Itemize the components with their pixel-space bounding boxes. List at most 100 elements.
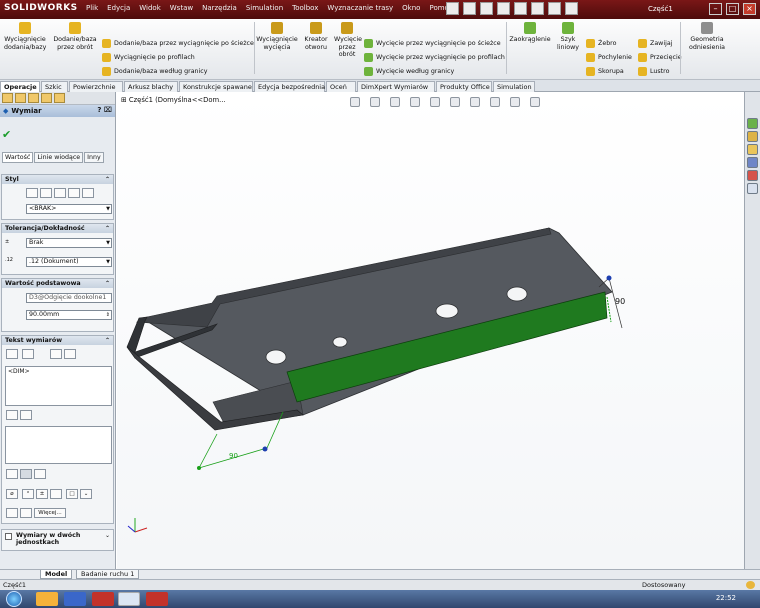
extrude-boss-button[interactable]: Wyciągnięcie dodania/bazy — [4, 22, 46, 51]
dimension-name-field[interactable]: D3@Odgięcie dookolne1 — [26, 293, 112, 303]
open-icon[interactable] — [463, 2, 476, 15]
loft-cut-button[interactable]: Wycięcie przez wyciągnięcie po profilach — [364, 53, 505, 62]
depth-icon[interactable] — [20, 508, 32, 518]
window-icon[interactable] — [118, 592, 140, 606]
minimize-button[interactable]: – — [709, 3, 722, 15]
extrude-cut-button[interactable]: Wyciągnięcie wycięcia — [256, 22, 298, 51]
clock[interactable]: 22:52 — [716, 594, 736, 602]
countersink-icon[interactable] — [6, 508, 18, 518]
align-center-icon[interactable] — [20, 469, 32, 479]
menu-okno[interactable]: Okno — [402, 4, 420, 12]
tab-model[interactable]: Model — [40, 570, 73, 579]
shell-button[interactable]: Skorupa — [586, 67, 632, 76]
start-button[interactable] — [6, 591, 22, 607]
menu-plik[interactable]: Plik — [86, 4, 98, 12]
graphics-area[interactable]: ⊞ Część1 (Domyślna<<Dom... 90 90 — [117, 92, 744, 569]
reference-geometry-button[interactable]: Geometria odniesienia — [684, 22, 730, 51]
tab-szkic[interactable]: Szkic — [41, 81, 68, 92]
appearances-icon[interactable] — [747, 170, 758, 181]
print-icon[interactable] — [497, 2, 510, 15]
new-document-icon[interactable] — [446, 2, 459, 15]
align-left-icon[interactable] — [6, 469, 18, 479]
rib-button[interactable]: Żebro — [586, 39, 632, 48]
tab-produkty-office[interactable]: Produkty Office — [436, 81, 492, 92]
ok-button[interactable]: ✔ — [2, 128, 11, 141]
boundary-boss-button[interactable]: Dodanie/baza według granicy — [102, 67, 254, 76]
tolerance-header[interactable]: Tolerancja/Dokładność ⌃ — [2, 224, 113, 233]
spin-icon[interactable]: ⇕ — [106, 311, 110, 319]
revolve-boss-button[interactable]: Dodanie/baza przez obrót — [52, 22, 98, 51]
more-symbols-icon[interactable]: ⌄ — [80, 489, 92, 499]
fillet-button[interactable]: Zaokrąglenie — [508, 22, 552, 44]
style-load-icon[interactable] — [82, 188, 94, 198]
linear-pattern-button[interactable]: Szyk liniowy — [554, 22, 582, 51]
maximize-button[interactable]: □ — [726, 3, 739, 15]
precision-select[interactable]: .12 (Dokument) ▼ — [26, 257, 112, 267]
menu-simulation[interactable]: Simulation — [246, 4, 283, 12]
rebuild-icon[interactable] — [548, 2, 561, 15]
expand-icon[interactable]: ⌄ — [105, 532, 110, 539]
custom-properties-icon[interactable] — [747, 183, 758, 194]
menu-widok[interactable]: Widok — [139, 4, 161, 12]
square-icon[interactable]: □ — [66, 489, 78, 499]
resources-icon[interactable] — [747, 118, 758, 129]
menu-narzedzia[interactable]: Narzędzia — [202, 4, 237, 12]
solidworks-taskbar-icon[interactable] — [92, 592, 114, 606]
close-button[interactable]: × — [743, 3, 756, 15]
parenthesis-icon-3[interactable] — [6, 410, 18, 420]
menu-toolbox[interactable]: Toolbox — [292, 4, 318, 12]
styl-header[interactable]: Styl ⌃ — [2, 175, 113, 184]
display-manager-icon[interactable] — [54, 93, 65, 103]
undo-icon[interactable] — [514, 2, 527, 15]
tab-edycja-bezposrednia[interactable]: Edycja bezpośrednia — [254, 81, 325, 92]
style-save-icon[interactable] — [68, 188, 80, 198]
draft-button[interactable]: Pochylenie — [586, 53, 632, 62]
word-icon[interactable] — [64, 592, 86, 606]
tab-konstrukcje-spawane[interactable]: Konstrukcje spawane — [179, 81, 253, 92]
help-status-icon[interactable] — [746, 581, 755, 589]
primary-value-header[interactable]: Wartość podstawowa ⌃ — [2, 279, 113, 288]
save-icon[interactable] — [480, 2, 493, 15]
text-align-icon[interactable] — [22, 349, 34, 359]
sketch-point[interactable] — [197, 466, 201, 470]
intersect-button[interactable]: Przecięcie — [638, 53, 682, 62]
more-button[interactable]: Więcej... — [34, 508, 66, 518]
tab-inny[interactable]: Inny — [84, 152, 104, 163]
file-explorer-icon[interactable] — [747, 144, 758, 155]
style-add-icon[interactable] — [40, 188, 52, 198]
tab-dimxpert[interactable]: DimXpert Wymiarów — [357, 81, 435, 92]
tab-wartosc[interactable]: Wartość — [2, 152, 34, 163]
diameter-icon[interactable]: ⌀ — [6, 489, 18, 499]
menu-edycja[interactable]: Edycja — [107, 4, 130, 12]
style-select[interactable]: <BRAK> ▼ — [26, 204, 112, 214]
options-icon[interactable] — [565, 2, 578, 15]
sketch-point[interactable] — [606, 275, 612, 281]
feature-tree-icon[interactable] — [2, 93, 13, 103]
property-manager-icon[interactable] — [15, 93, 26, 103]
units-indicator[interactable]: Dostosowany — [642, 580, 686, 590]
tab-powierzchnie[interactable]: Powierzchnie — [69, 81, 123, 92]
help-icon[interactable]: ? ⌧ — [97, 106, 112, 114]
dimension-value-field[interactable]: 90.00mm ⇕ — [26, 310, 112, 320]
wrap-button[interactable]: Zawijaj — [638, 39, 682, 48]
sketch-point[interactable] — [262, 446, 268, 452]
design-library-icon[interactable] — [747, 131, 758, 142]
revolve-cut-button[interactable]: Wycięcie przez obrót — [334, 22, 362, 59]
solidworks-active-icon[interactable] — [146, 592, 168, 606]
style-delete-icon[interactable] — [54, 188, 66, 198]
menu-wyznaczanie-trasy[interactable]: Wyznaczanie trasy — [327, 4, 393, 12]
tab-ocen[interactable]: Oceń — [326, 81, 356, 92]
sweep-cut-button[interactable]: Wycięcie przez wyciągnięcie po ścieżce — [364, 39, 505, 48]
config-manager-icon[interactable] — [28, 93, 39, 103]
select-icon[interactable] — [531, 2, 544, 15]
dimension-label[interactable]: 90 — [615, 297, 625, 306]
tolerance-select[interactable]: Brak ▼ — [26, 238, 112, 248]
degree-icon[interactable]: ° — [22, 489, 34, 499]
text-position-icon[interactable] — [6, 349, 18, 359]
hole-wizard-button[interactable]: Kreator otworu — [300, 22, 332, 51]
dimxpert-icon[interactable] — [41, 93, 52, 103]
boundary-cut-button[interactable]: Wycięcie według granicy — [364, 67, 505, 76]
mirror-button[interactable]: Lustro — [638, 67, 682, 76]
dimension-label[interactable]: 90 — [229, 452, 238, 460]
explorer-icon[interactable] — [36, 592, 58, 606]
